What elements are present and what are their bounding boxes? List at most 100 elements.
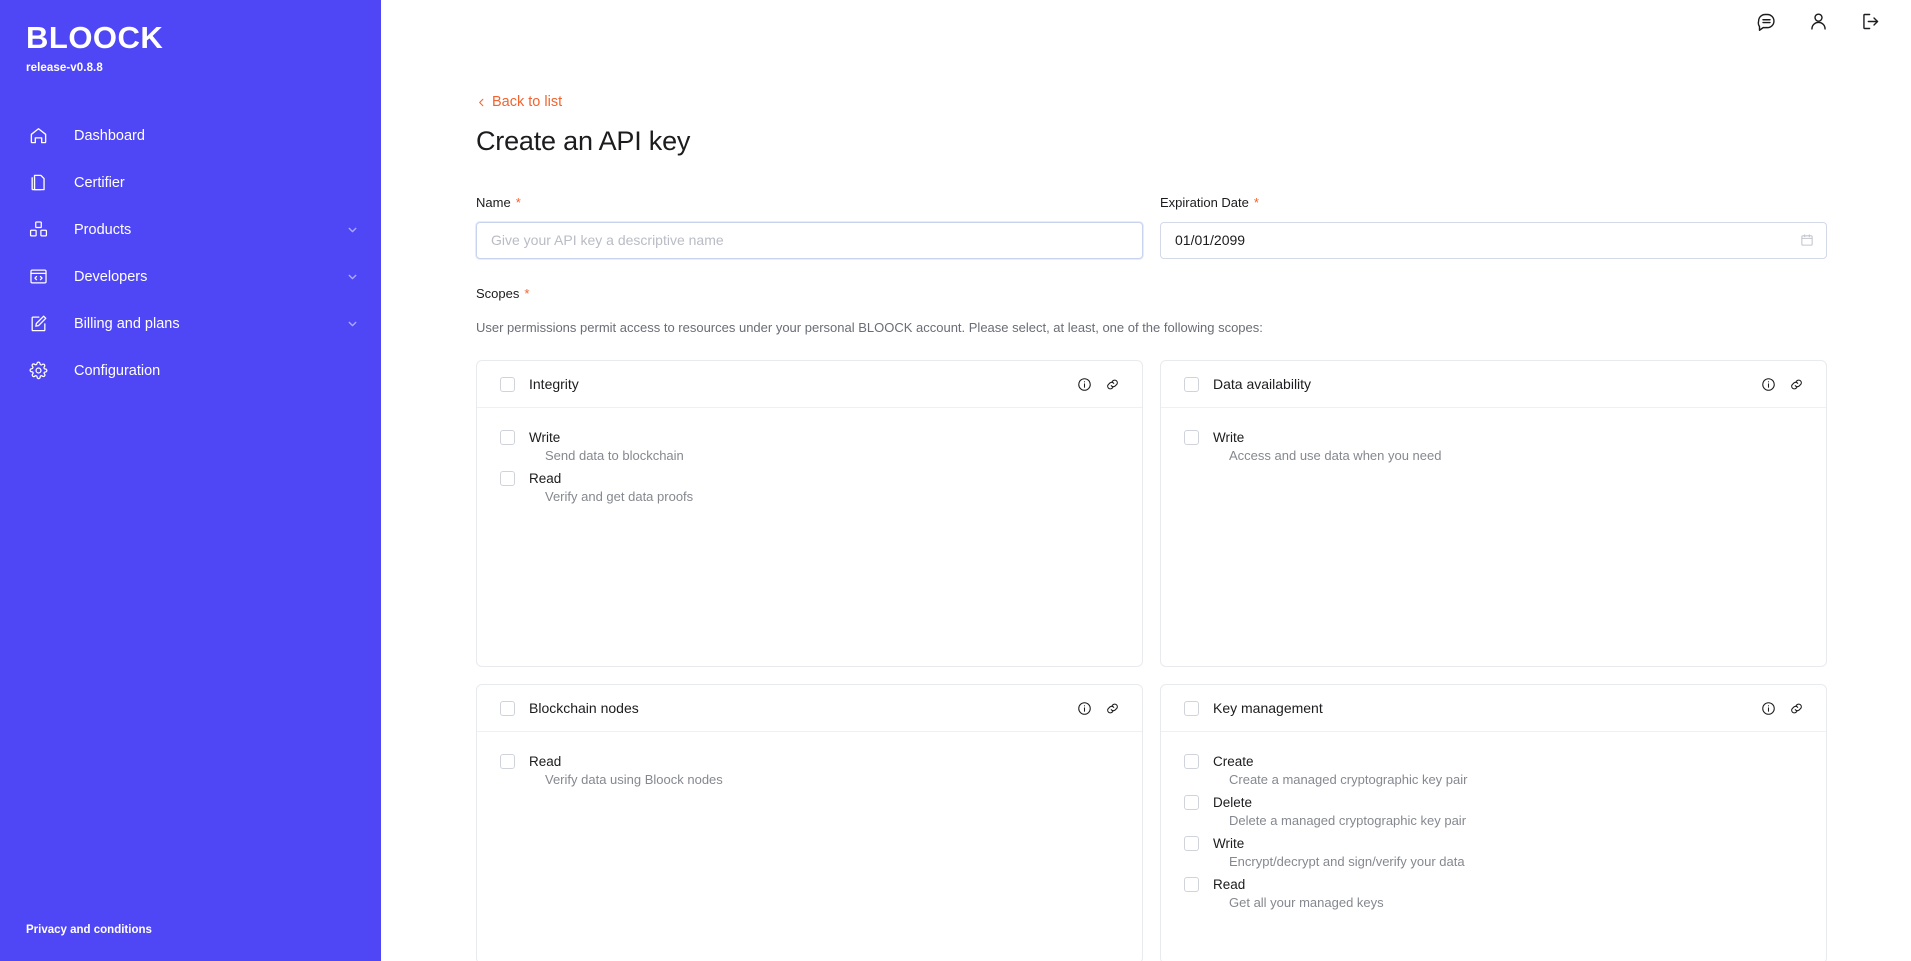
permission-label: Delete (1213, 795, 1253, 811)
chevron-down-icon[interactable] (346, 317, 359, 330)
permission-checkbox-read[interactable] (500, 754, 515, 770)
permission-checkbox-write[interactable] (1184, 836, 1199, 852)
permission-checkbox-delete[interactable] (1184, 795, 1199, 811)
scopes-label: Scopes (476, 285, 520, 301)
edit-icon (26, 312, 50, 336)
required-marker: * (1253, 194, 1259, 210)
permission-item: Write Send data to blockchain (500, 430, 1119, 463)
scope-card-blockchain-nodes: Blockchain nodes Read Verify data using … (476, 684, 1143, 961)
sidebar-nav: Dashboard Certifier Products Developers … (0, 114, 381, 392)
boxes-icon (26, 218, 50, 242)
permission-checkbox-read[interactable] (500, 471, 515, 487)
scope-checkbox-blockchain-nodes[interactable] (500, 700, 515, 716)
permission-label: Write (529, 430, 561, 446)
scope-card-header: Blockchain nodes (477, 685, 1142, 733)
scope-card-actions (1760, 700, 1805, 717)
back-to-list-label: Back to list (492, 94, 563, 110)
permission-label: Read (529, 471, 562, 487)
permission-checkbox-write[interactable] (500, 430, 515, 446)
info-icon[interactable] (1076, 700, 1093, 717)
sidebar-item-label: Dashboard (74, 127, 145, 144)
scope-card-data-availability: Data availability Write Access and use d… (1160, 360, 1827, 668)
logout-icon[interactable] (1857, 8, 1883, 34)
brand-logo: BLOOCK (26, 20, 164, 55)
privacy-and-conditions-link[interactable]: Privacy and conditions (26, 924, 152, 936)
permission-item: Read Verify data using Bloock nodes (500, 754, 1119, 787)
info-icon[interactable] (1760, 700, 1777, 717)
user-icon[interactable] (1805, 8, 1831, 34)
chevron-down-icon[interactable] (346, 270, 359, 283)
permission-item: Write Encrypt/decrypt and sign/verify yo… (1184, 836, 1803, 869)
scope-checkbox-integrity[interactable] (500, 376, 515, 392)
sidebar-item-developers[interactable]: Developers (0, 255, 381, 298)
scope-card-actions (1076, 376, 1121, 393)
permission-description: Create a managed cryptographic key pair (1229, 772, 1468, 788)
scope-card-body: Read Verify data using Bloock nodes (477, 732, 1142, 787)
name-input[interactable] (476, 221, 1143, 259)
chevron-down-icon[interactable] (346, 223, 359, 236)
brand-block: BLOOCK release-v0.8.8 (0, 0, 381, 74)
permission-item: Read Verify and get data proofs (500, 471, 1119, 504)
sidebar-item-label: Certifier (74, 174, 125, 191)
permission-item: Delete Delete a managed cryptographic ke… (1184, 795, 1803, 828)
permission-description: Encrypt/decrypt and sign/verify your dat… (1229, 854, 1465, 870)
home-icon (26, 124, 50, 148)
link-icon[interactable] (1788, 700, 1805, 717)
sidebar-item-label: Developers (74, 268, 148, 285)
permission-label: Read (1213, 877, 1246, 893)
permission-checkbox-create[interactable] (1184, 754, 1199, 770)
expiration-date-input[interactable] (1160, 221, 1827, 259)
permission-description: Send data to blockchain (545, 448, 684, 464)
permission-row: Read (500, 754, 1119, 770)
field-name: Name * (476, 194, 1143, 259)
scope-card-actions (1076, 700, 1121, 717)
chat-icon[interactable] (1753, 8, 1779, 34)
info-icon[interactable] (1760, 376, 1777, 393)
sidebar-item-label: Billing and plans (74, 315, 180, 332)
info-icon[interactable] (1076, 376, 1093, 393)
required-marker: * (515, 194, 521, 210)
permission-checkbox-read[interactable] (1184, 877, 1199, 893)
permission-checkbox-write[interactable] (1184, 430, 1199, 446)
topbar (381, 0, 1911, 42)
permission-row: Read (500, 471, 1119, 487)
permission-item: Create Create a managed cryptographic ke… (1184, 754, 1803, 787)
permission-description: Verify and get data proofs (545, 489, 694, 505)
scope-card-header: Data availability (1161, 361, 1826, 409)
link-icon[interactable] (1104, 376, 1121, 393)
scopes-description: User permissions permit access to resour… (476, 319, 1263, 335)
document-icon (26, 171, 50, 195)
scope-checkbox-data-availability[interactable] (1184, 376, 1199, 392)
sidebar-item-dashboard[interactable]: Dashboard (0, 114, 381, 157)
back-to-list-link[interactable]: Back to list (476, 94, 562, 110)
scope-card-actions (1760, 376, 1805, 393)
scope-card-title: Data availability (1213, 376, 1312, 393)
link-icon[interactable] (1788, 376, 1805, 393)
page-content: Back to list Create an API key Name* Exp… (381, 42, 1911, 961)
scope-checkbox-key-management[interactable] (1184, 700, 1199, 716)
sidebar-item-certifier[interactable]: Certifier (0, 161, 381, 204)
calendar-icon[interactable] (1800, 233, 1814, 247)
sidebar-item-products[interactable]: Products (0, 208, 381, 251)
permission-row: Create (1184, 754, 1803, 770)
sidebar: BLOOCK release-v0.8.8 Dashboard Certifie… (0, 0, 381, 961)
permission-label: Write (1213, 430, 1245, 446)
scope-card-header: Integrity (477, 361, 1142, 409)
form-row: Name* Expiration Date* (476, 194, 1827, 259)
name-label: Name (476, 194, 511, 210)
permission-description: Delete a managed cryptographic key pair (1229, 813, 1467, 829)
scope-cards-grid: Integrity Write Send data to blockchain … (476, 360, 1827, 961)
name-input-wrap (476, 221, 1143, 259)
sidebar-item-billing-and-plans[interactable]: Billing and plans (0, 302, 381, 345)
scopes-header: Scopes * User permissions permit access t… (476, 285, 1827, 337)
permission-row: Read (1184, 877, 1803, 893)
scope-card-title: Blockchain nodes (529, 700, 639, 717)
sidebar-item-configuration[interactable]: Configuration (0, 349, 381, 392)
scope-card-title: Integrity (529, 376, 579, 393)
scope-card-integrity: Integrity Write Send data to blockchain … (476, 360, 1143, 668)
brand-version: release-v0.8.8 (26, 62, 103, 74)
scope-card-header: Key management (1161, 685, 1826, 733)
link-icon[interactable] (1104, 700, 1121, 717)
permission-description: Access and use data when you need (1229, 448, 1442, 464)
scope-card-body: Write Access and use data when you need (1161, 408, 1826, 463)
